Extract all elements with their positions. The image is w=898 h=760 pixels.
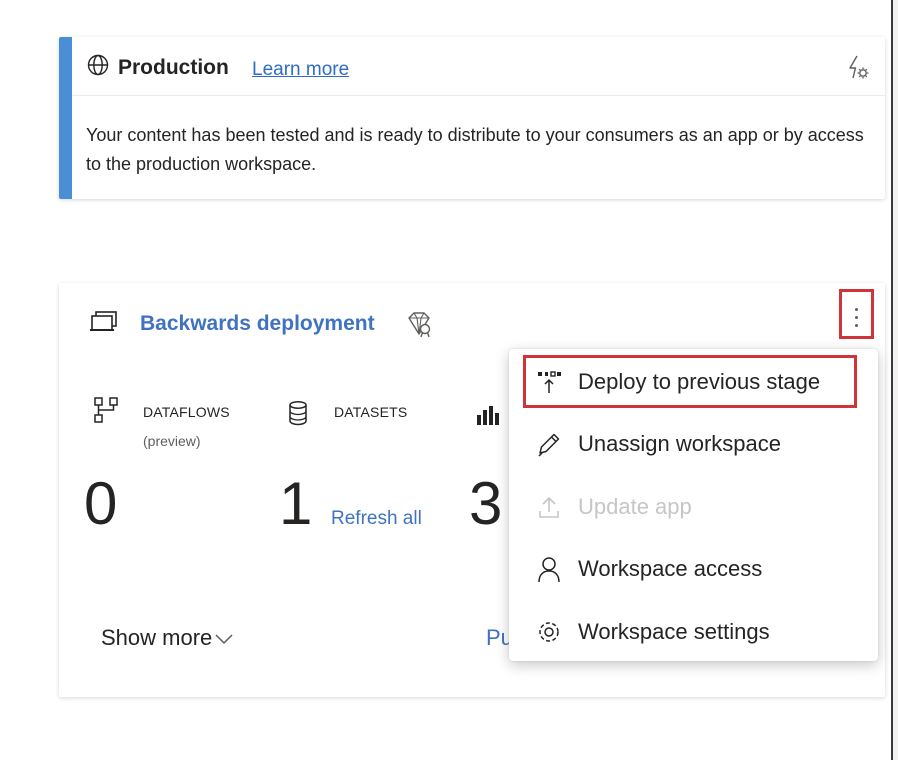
- workspace-icon: [90, 311, 117, 331]
- dataflows-sublabel: (preview): [143, 433, 201, 449]
- deploy-back-icon: [538, 371, 561, 393]
- reports-count: 3: [469, 470, 503, 537]
- show-more-button[interactable]: Show more: [101, 625, 234, 651]
- more-dot: [855, 324, 858, 327]
- dataflows-label: DATAFLOWS: [143, 404, 230, 420]
- stage-title: Production: [118, 56, 229, 79]
- more-dot: [855, 308, 858, 311]
- menu-item-deploy-to-previous-stage[interactable]: Deploy to previous stage: [509, 351, 878, 413]
- globe-icon: [87, 54, 109, 76]
- more-dot: [855, 316, 858, 319]
- more-options-button[interactable]: [839, 289, 874, 339]
- menu-item-workspace-access[interactable]: Workspace access: [509, 538, 878, 600]
- person-icon: [538, 557, 560, 583]
- menu-item-label: Unassign workspace: [578, 431, 781, 456]
- menu-item-label: Workspace settings: [578, 619, 770, 644]
- workspace-name-link[interactable]: Backwards deployment: [140, 312, 375, 336]
- stage-header: Production Learn more: [72, 37, 885, 96]
- datasets-count: 1: [279, 470, 313, 537]
- stage-accent-bar: [59, 37, 72, 199]
- menu-item-label: Deploy to previous stage: [578, 369, 821, 394]
- refresh-all-link[interactable]: Refresh all: [331, 508, 422, 530]
- datasets-label: DATASETS: [334, 404, 408, 420]
- pencil-icon: [538, 433, 560, 457]
- menu-item-unassign-workspace[interactable]: Unassign workspace: [509, 413, 878, 475]
- upload-icon: [539, 496, 559, 518]
- workspace-context-menu: Deploy to previous stage Unassign worksp…: [509, 349, 878, 661]
- menu-item-label: Update app: [578, 494, 692, 519]
- menu-item-workspace-settings[interactable]: Workspace settings: [509, 601, 878, 663]
- window-edge-strip: [893, 0, 898, 760]
- datasets-icon: [289, 401, 307, 426]
- dataflows-icon: [94, 397, 118, 423]
- menu-item-update-app[interactable]: Update app: [509, 476, 878, 538]
- stage-description: Your content has been tested and is read…: [86, 125, 864, 174]
- production-stage-card: Production Learn more Your content has b…: [59, 37, 885, 199]
- premium-capacity-icon: [408, 312, 431, 338]
- chevron-down-icon: [215, 634, 233, 645]
- dataflows-count: 0: [84, 470, 118, 537]
- learn-more-link[interactable]: Learn more: [252, 59, 349, 81]
- show-more-label: Show more: [101, 625, 213, 650]
- bar-chart-icon: [477, 406, 499, 425]
- gear-icon: [539, 622, 559, 642]
- menu-item-label: Workspace access: [578, 556, 763, 581]
- deployment-rules-icon[interactable]: [843, 53, 871, 81]
